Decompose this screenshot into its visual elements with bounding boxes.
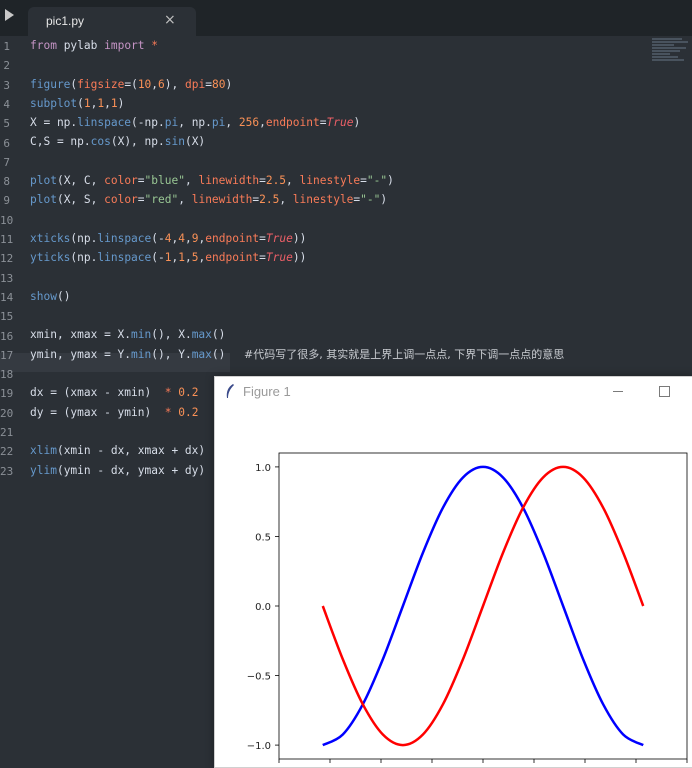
line-number: 3 bbox=[3, 78, 10, 92]
line-number: 1 bbox=[3, 40, 10, 53]
y-tick-label: 0.5 bbox=[255, 532, 271, 543]
minimap-line bbox=[652, 59, 684, 61]
line-number: 17 bbox=[0, 348, 14, 362]
minimap-line bbox=[652, 50, 680, 52]
feather-icon bbox=[226, 384, 234, 398]
tab-pic1[interactable]: pic1.py × bbox=[28, 7, 196, 36]
code-line: show() bbox=[30, 289, 71, 303]
minimap-line bbox=[652, 41, 688, 43]
line-number: 23 bbox=[0, 464, 14, 478]
minimap-line bbox=[652, 53, 670, 55]
maximize-icon[interactable] bbox=[659, 386, 670, 397]
sidebar-toggle-icon[interactable] bbox=[5, 9, 14, 21]
line-number: 15 bbox=[0, 310, 14, 324]
line-number: 7 bbox=[3, 155, 10, 169]
line-number-gutter: 1 2 3 4 5 6 7 8 9 10 11 12 13 14 15 16 17 18 19 20 21 22 23 bbox=[0, 36, 22, 766]
line-number: 2 bbox=[3, 59, 10, 73]
code-line: yticks(np.linspace(-1,1,5,endpoint=True)… bbox=[30, 251, 307, 265]
code-comment: #代码写了很多, 其实就是上界上调一点点, 下界下调一点点的意思 bbox=[244, 348, 565, 361]
code-line: plot(X, C, color="blue", linewidth=2.5, … bbox=[30, 174, 394, 188]
line-number: 22 bbox=[0, 445, 14, 459]
code-line: subplot(1,1,1) bbox=[30, 96, 125, 110]
code-line: xmin, xmax = X.min(), X.max() bbox=[30, 328, 226, 342]
code-line: figure(figsize=(10,6), dpi=80) bbox=[30, 77, 233, 91]
code-line: from pylab import * bbox=[30, 39, 159, 52]
line-number: 19 bbox=[0, 387, 14, 401]
minimap-line bbox=[652, 47, 686, 49]
figure-title: Figure 1 bbox=[243, 384, 291, 399]
line-number: 6 bbox=[3, 136, 10, 150]
line-number: 9 bbox=[3, 194, 10, 208]
line-number: 4 bbox=[3, 97, 10, 111]
code-line: xticks(np.linspace(-4,4,9,endpoint=True)… bbox=[30, 231, 307, 245]
tab-bar: pic1.py × bbox=[0, 0, 692, 36]
code-line: X = np.linspace(-np.pi, np.pi, 256,endpo… bbox=[30, 116, 361, 130]
line-number: 11 bbox=[0, 233, 14, 246]
minimap[interactable] bbox=[652, 38, 690, 80]
figure-window[interactable]: Figure 1 −4−3−2−1012341.00.50.0−0.5−1.0 bbox=[214, 376, 692, 768]
y-tick-label: −1.0 bbox=[247, 741, 271, 752]
code-line: plot(X, S, color="red", linewidth=2.5, l… bbox=[30, 193, 388, 207]
line-number: 5 bbox=[3, 117, 10, 131]
y-tick-label: −0.5 bbox=[247, 672, 271, 683]
line-chart: −4−3−2−1012341.00.50.0−0.5−1.0 bbox=[247, 452, 688, 763]
minimap-line bbox=[652, 38, 682, 40]
line-number: 16 bbox=[0, 329, 14, 343]
line-number: 21 bbox=[0, 426, 14, 439]
minimap-line bbox=[652, 44, 674, 46]
line-number: 20 bbox=[0, 406, 14, 420]
minimap-line bbox=[652, 56, 678, 58]
y-tick-label: 0.0 bbox=[255, 602, 271, 613]
close-icon[interactable]: × bbox=[164, 12, 176, 28]
line-number: 10 bbox=[0, 213, 14, 227]
line-number: 14 bbox=[0, 290, 14, 304]
figure-titlebar[interactable]: Figure 1 bbox=[215, 377, 692, 407]
line-number: 12 bbox=[0, 252, 14, 266]
code-line: C,S = np.cos(X), np.sin(X) bbox=[30, 135, 206, 149]
minimize-icon[interactable] bbox=[613, 391, 623, 392]
y-tick-label: 1.0 bbox=[255, 463, 271, 474]
line-number: 13 bbox=[0, 271, 14, 285]
line-number: 18 bbox=[0, 368, 14, 382]
line-number: 8 bbox=[3, 175, 10, 189]
tab-title: pic1.py bbox=[46, 14, 85, 28]
